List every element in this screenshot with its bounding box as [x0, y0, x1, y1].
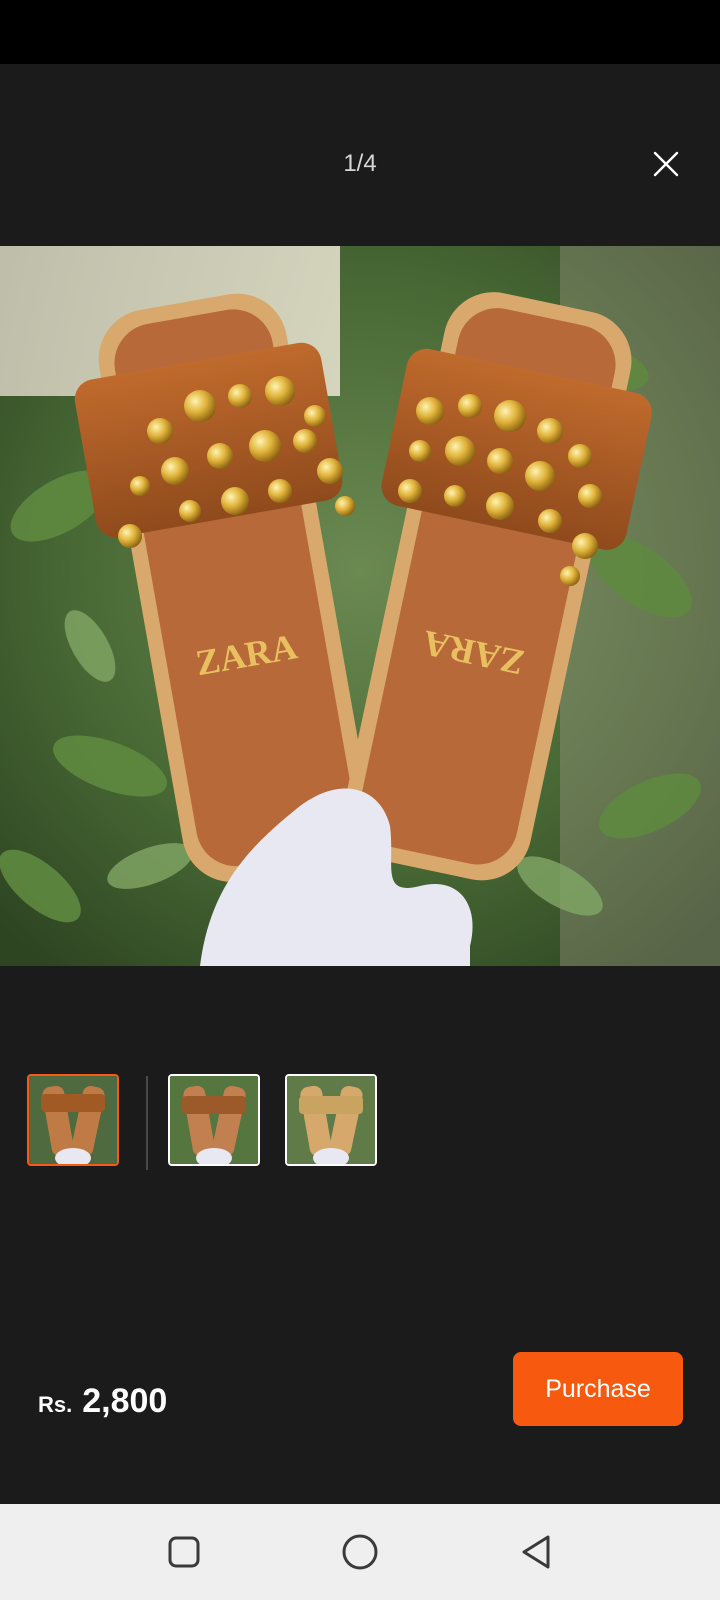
- home-button[interactable]: [334, 1526, 386, 1578]
- thumbnail-strip: [0, 1074, 720, 1170]
- back-button[interactable]: [510, 1526, 562, 1578]
- thumbnail-1[interactable]: [27, 1074, 119, 1166]
- triangle-back-icon: [522, 1535, 550, 1569]
- system-navigation-bar: [0, 1504, 720, 1600]
- thumbnail-2[interactable]: [168, 1074, 260, 1166]
- thumbnail-image: [170, 1076, 258, 1164]
- circle-icon: [342, 1534, 378, 1570]
- product-image[interactable]: ZARA ZARA: [0, 246, 720, 966]
- square-icon: [168, 1536, 200, 1568]
- close-icon: [653, 151, 679, 177]
- thumbnail-image: [29, 1076, 117, 1164]
- price-currency: Rs.: [38, 1392, 73, 1417]
- thumbnail-3[interactable]: [285, 1074, 377, 1166]
- purchase-button[interactable]: Purchase: [513, 1352, 683, 1426]
- sandals-photo: ZARA ZARA: [0, 246, 720, 966]
- status-bar: [0, 0, 720, 64]
- price: Rs. 2,800: [38, 1382, 167, 1421]
- price-amount: 2,800: [82, 1382, 168, 1420]
- thumbnail-divider: [146, 1076, 148, 1170]
- recents-button[interactable]: [158, 1526, 210, 1578]
- viewer-header: 1/4: [0, 64, 720, 246]
- thumbnail-image: [287, 1076, 375, 1164]
- close-button[interactable]: [640, 138, 692, 190]
- page-counter: 1/4: [343, 150, 377, 177]
